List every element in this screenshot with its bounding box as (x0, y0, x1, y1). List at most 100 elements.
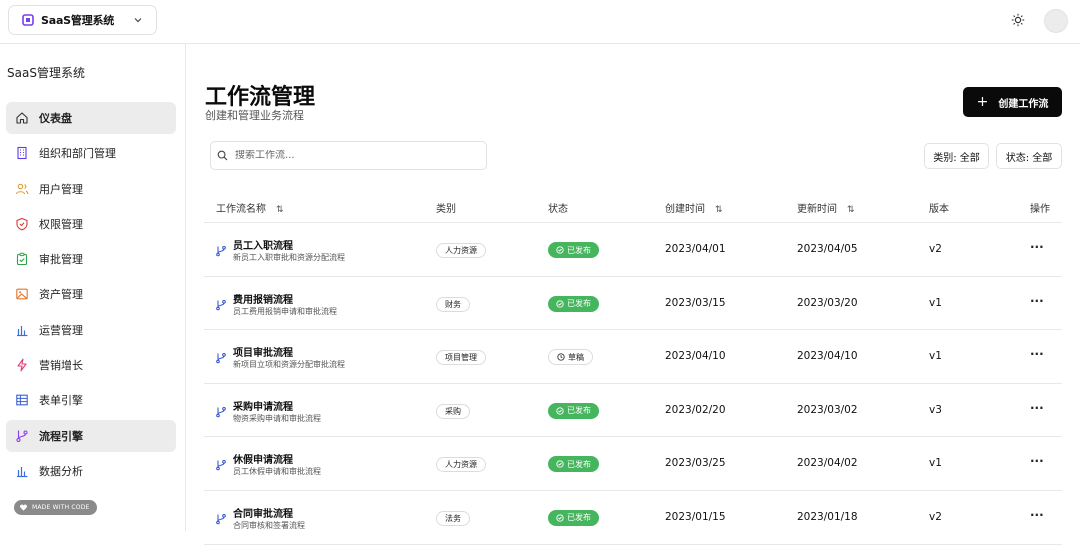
sidebar-item-marketing[interactable]: 营销增长 (6, 349, 176, 381)
workflow-description: 物资采购申请和审批流程 (233, 413, 321, 423)
sidebar-item-users[interactable]: 用户管理 (6, 173, 176, 205)
table-icon (16, 395, 28, 406)
column-header-updated[interactable]: 更新时间 ⇅ (797, 200, 855, 215)
sidebar-item-org[interactable]: 组织和部门管理 (6, 137, 176, 169)
made-with-code-badge[interactable]: MADE WITH CODE (14, 500, 97, 515)
sidebar-item-assets[interactable]: 资产管理 (6, 278, 176, 310)
sidebar-item-forms[interactable]: 表单引擎 (6, 384, 176, 416)
workflow-name[interactable]: 采购申请流程 (233, 398, 293, 413)
bar-chart-icon (17, 325, 28, 336)
bar-chart-icon (17, 466, 28, 478)
main-content: 工作流管理 创建和管理业务流程 + 创建工作流 类别: 全部 状态: 全部 工作… (187, 44, 1080, 545)
page-subtitle: 创建和管理业务流程 (205, 109, 304, 122)
sort-icon[interactable]: ⇅ (276, 205, 284, 215)
category-filter-button[interactable]: 类别: 全部 (924, 143, 989, 169)
category-badge: 财务 (436, 296, 470, 312)
building-icon (17, 147, 27, 160)
workflow-name[interactable]: 项目审批流程 (233, 344, 293, 359)
sort-icon[interactable]: ⇅ (847, 205, 855, 215)
zap-icon (17, 358, 27, 372)
sidebar-item-workflow[interactable]: 流程引擎 (6, 419, 176, 452)
sidebar-item-label: 仪表盘 (39, 112, 72, 125)
column-header-created-label: 创建时间 (665, 204, 705, 215)
version-label: v2 (929, 243, 942, 255)
clipboard-check-icon (16, 252, 28, 266)
sidebar-item-label: 流程引擎 (39, 429, 83, 443)
more-actions-icon[interactable]: ··· (1030, 240, 1044, 254)
check-circle-icon (556, 407, 567, 415)
app-name: SaaS管理系统 (41, 14, 115, 27)
more-actions-icon[interactable]: ··· (1030, 347, 1044, 361)
sidebar-item-dashboard[interactable]: 仪表盘 (6, 102, 176, 134)
sidebar-item-label: 组织和部门管理 (39, 147, 116, 161)
search-box[interactable] (210, 141, 487, 170)
status-badge: 已发布 (548, 402, 599, 419)
status-label: 草稿 (568, 352, 584, 362)
status-label: 已发布 (567, 299, 591, 309)
search-input[interactable] (235, 150, 475, 161)
created-date: 2023/02/20 (665, 403, 726, 416)
created-date: 2023/03/15 (665, 296, 726, 309)
check-circle-icon (556, 299, 567, 308)
workflow-name[interactable]: 员工入职流程 (233, 237, 293, 252)
made-with-code-label: MADE WITH CODE (32, 504, 90, 511)
version-label: v1 (929, 350, 942, 363)
workflow-name[interactable]: 合同审批流程 (233, 505, 293, 520)
updated-date: 2023/04/10 (797, 350, 858, 363)
more-actions-icon[interactable]: ··· (1030, 454, 1044, 468)
check-circle-icon (556, 460, 567, 469)
table-row[interactable]: 员工入职流程 新员工入职审批和资源分配流程 人力资源 已发布 2023/04/01 202… (204, 223, 1062, 277)
workflow-name[interactable]: 费用报销流程 (233, 291, 293, 306)
user-avatar[interactable] (1044, 9, 1068, 33)
app-switcher[interactable]: SaaS管理系统 (8, 5, 157, 35)
table-row[interactable]: 休假申请流程 员工休假申请和审批流程 人力资源 已发布 2023/03/25 2023/0… (204, 437, 1062, 491)
sidebar-item-analytics[interactable]: 数据分析 (6, 455, 176, 487)
sidebar-item-permissions[interactable]: 权限管理 (6, 208, 176, 240)
category-badge: 人力资源 (436, 243, 486, 258)
create-workflow-button[interactable]: + 创建工作流 (963, 87, 1062, 117)
app-logo-icon (22, 14, 34, 26)
table-row[interactable]: 合同审批流程 合同审核和签署流程 法务 已发布 2023/01/15 2023/01/18… (204, 491, 1062, 545)
created-date: 2023/04/10 (665, 350, 726, 363)
git-branch-icon (215, 456, 227, 471)
table-row[interactable]: 费用报销流程 员工费用报销申请和审批流程 财务 已发布 2023/03/15 2023/0… (204, 277, 1062, 331)
more-actions-icon[interactable]: ··· (1030, 294, 1044, 308)
sidebar-item-label: 数据分析 (39, 464, 83, 478)
column-header-name[interactable]: 工作流名称 ⇅ (216, 200, 284, 215)
status-badge: 已发布 (548, 295, 599, 312)
updated-date: 2023/01/18 (797, 510, 858, 523)
sidebar-item-operations[interactable]: 运营管理 (6, 314, 176, 346)
workflow-description: 员工费用报销申请和审批流程 (233, 306, 337, 316)
column-header-created[interactable]: 创建时间 ⇅ (665, 200, 723, 215)
column-header-category: 类别 (436, 204, 456, 215)
column-header-version: 版本 (929, 204, 949, 215)
created-date: 2023/01/15 (665, 510, 726, 523)
more-actions-icon[interactable]: ··· (1030, 401, 1044, 415)
status-badge: 已发布 (548, 456, 599, 473)
updated-date: 2023/03/02 (797, 403, 858, 416)
git-branch-icon (215, 510, 227, 525)
table-body: 员工入职流程 新员工入职审批和资源分配流程 人力资源 已发布 2023/04/01 202… (204, 223, 1062, 545)
category-badge: 项目管理 (436, 350, 486, 366)
more-actions-icon[interactable]: ··· (1030, 508, 1044, 522)
workflow-name[interactable]: 休假申请流程 (233, 451, 293, 466)
category-badge: 采购 (436, 403, 470, 419)
version-label: v3 (929, 403, 942, 416)
sort-icon[interactable]: ⇅ (715, 205, 723, 215)
column-header-status: 状态 (548, 204, 568, 215)
updated-date: 2023/03/20 (797, 296, 858, 309)
sidebar-item-approval[interactable]: 审批管理 (6, 243, 176, 275)
created-date: 2023/04/01 (665, 243, 726, 255)
check-circle-icon (556, 246, 567, 254)
top-bar: SaaS管理系统 (0, 0, 1080, 44)
sun-icon[interactable] (1011, 13, 1025, 27)
table-row[interactable]: 项目审批流程 新项目立项和资源分配审批流程 项目管理 草稿 2023/04/10 2023… (204, 330, 1062, 384)
status-badge: 已发布 (548, 509, 599, 526)
clock-icon (557, 353, 568, 361)
search-icon (217, 150, 228, 161)
column-header-actions: 操作 (1030, 204, 1050, 215)
sidebar: SaaS管理系统 仪表盘 组织和部门管理 用户管理 权限管理 审批管理 资产管理 (0, 44, 186, 531)
status-filter-button[interactable]: 状态: 全部 (996, 143, 1062, 169)
home-icon (16, 112, 28, 124)
table-row[interactable]: 采购申请流程 物资采购申请和审批流程 采购 已发布 2023/02/20 2023/03/… (204, 384, 1062, 438)
